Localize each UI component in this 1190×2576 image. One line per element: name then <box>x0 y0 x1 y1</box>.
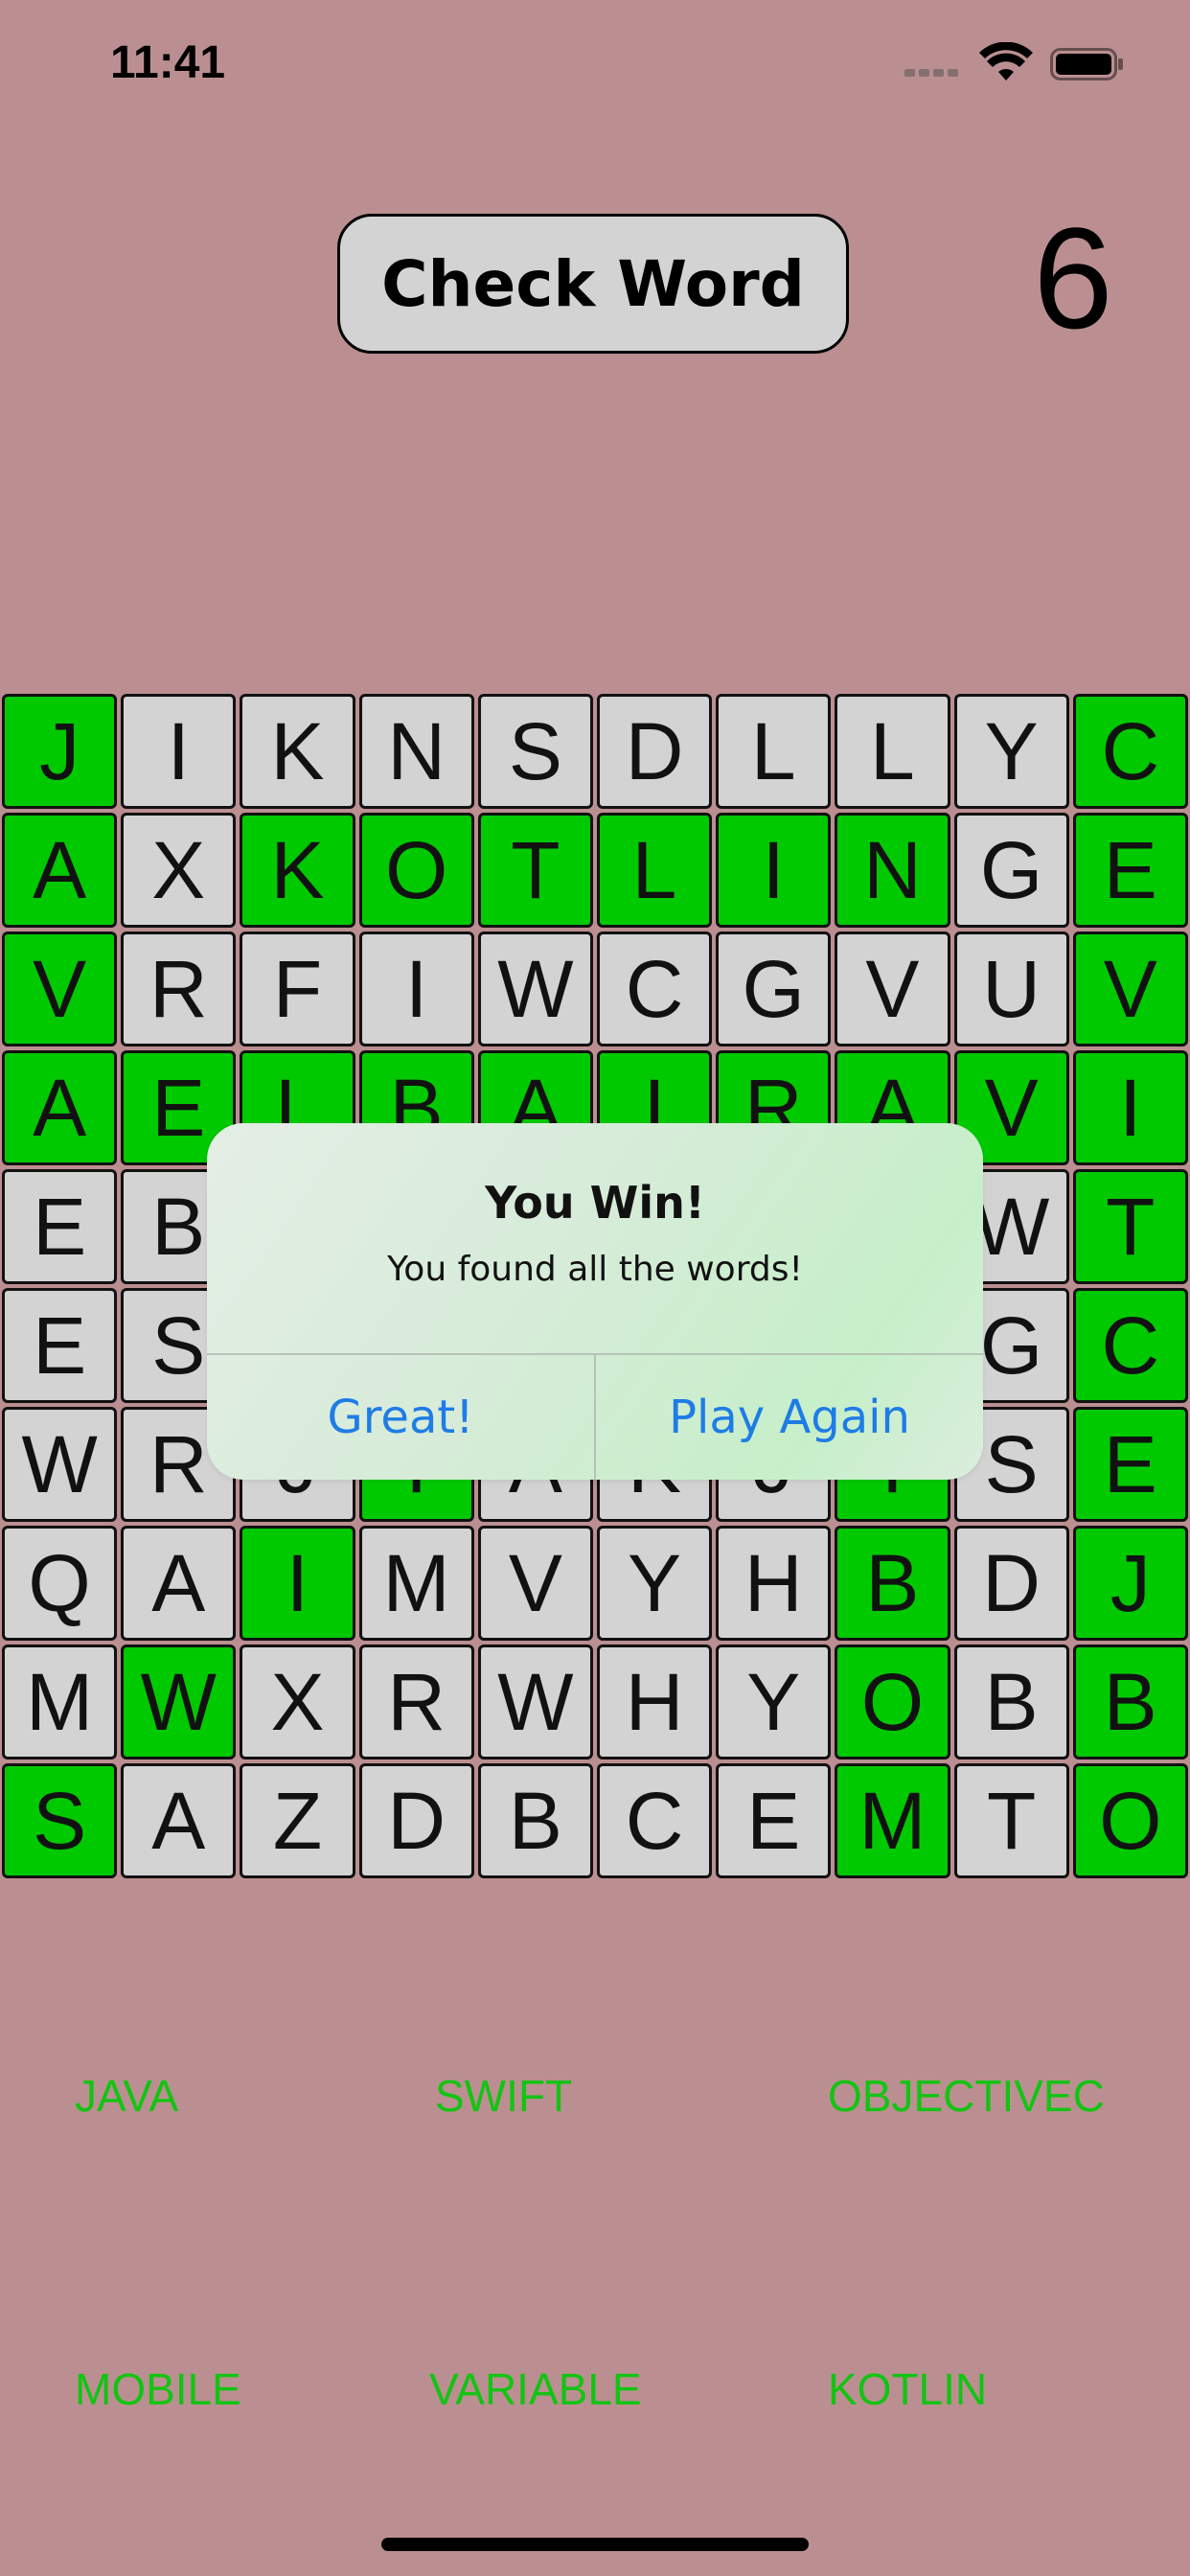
grid-cell[interactable]: W <box>121 1644 237 1760</box>
grid-cell[interactable]: D <box>596 694 713 809</box>
grid-cell[interactable]: O <box>358 813 474 928</box>
grid-cell[interactable]: B <box>953 1644 1069 1760</box>
grid-cell[interactable]: O <box>835 1644 950 1760</box>
grid-cell[interactable]: Z <box>240 1763 355 1878</box>
grid-cell[interactable]: A <box>121 1526 237 1641</box>
grid-cell[interactable]: A <box>2 813 118 928</box>
grid-cell[interactable]: E <box>1072 1407 1188 1522</box>
grid-cell[interactable]: V <box>1072 932 1188 1046</box>
check-word-button[interactable]: Check Word <box>337 214 849 354</box>
grid-cell[interactable]: S <box>2 1763 118 1878</box>
grid-cell[interactable]: K <box>240 694 355 809</box>
word-variable: VARIABLE <box>429 2364 642 2414</box>
win-alert: You Win! You found all the words! Great!… <box>207 1123 983 1480</box>
grid-cell[interactable]: H <box>596 1644 713 1760</box>
score-counter: 6 <box>1033 197 1113 358</box>
grid-cell[interactable]: Y <box>953 694 1069 809</box>
grid-cell[interactable]: I <box>358 932 474 1046</box>
grid-cell[interactable]: Y <box>596 1526 713 1641</box>
grid-cell[interactable]: C <box>596 1763 713 1878</box>
grid-cell[interactable]: K <box>240 813 355 928</box>
grid-cell[interactable]: X <box>240 1644 355 1760</box>
grid-cell[interactable]: D <box>358 1763 474 1878</box>
home-indicator[interactable] <box>381 2538 809 2551</box>
grid-cell[interactable]: W <box>477 932 593 1046</box>
grid-cell[interactable]: L <box>835 694 950 809</box>
status-time: 11:41 <box>110 37 226 88</box>
battery-icon <box>1050 48 1123 80</box>
grid-cell[interactable]: V <box>477 1526 593 1641</box>
word-mobile: MOBILE <box>75 2364 241 2414</box>
grid-cell[interactable]: B <box>835 1526 950 1641</box>
grid-cell[interactable]: B <box>477 1763 593 1878</box>
grid-cell[interactable]: N <box>835 813 950 928</box>
grid-cell[interactable]: E <box>2 1288 118 1403</box>
word-java: JAVA <box>75 2071 179 2121</box>
grid-cell[interactable]: O <box>1072 1763 1188 1878</box>
grid-cell[interactable]: U <box>953 932 1069 1046</box>
word-swift: SWIFT <box>435 2071 573 2121</box>
grid-cell[interactable]: T <box>953 1763 1069 1878</box>
grid-cell[interactable]: T <box>1072 1169 1188 1284</box>
grid-cell[interactable]: A <box>121 1763 237 1878</box>
status-icons <box>904 42 1125 82</box>
alert-message: You found all the words! <box>387 1250 803 1289</box>
grid-cell[interactable]: C <box>596 932 713 1046</box>
grid-cell[interactable]: W <box>477 1644 593 1760</box>
grid-cell[interactable]: G <box>953 813 1069 928</box>
grid-cell[interactable]: F <box>240 932 355 1046</box>
grid-cell[interactable]: N <box>358 694 474 809</box>
alert-title: You Win! <box>485 1177 705 1229</box>
grid-cell[interactable]: J <box>1072 1526 1188 1641</box>
grid-cell[interactable]: V <box>2 932 118 1046</box>
grid-cell[interactable]: S <box>477 694 593 809</box>
great-button[interactable]: Great! <box>207 1354 594 1480</box>
grid-cell[interactable]: X <box>121 813 237 928</box>
grid-cell[interactable]: I <box>240 1526 355 1641</box>
grid-cell[interactable]: L <box>596 813 713 928</box>
grid-cell[interactable]: I <box>716 813 832 928</box>
cellular-signal-icon <box>904 69 958 77</box>
grid-cell[interactable]: A <box>2 1050 118 1165</box>
grid-cell[interactable]: C <box>1072 1288 1188 1403</box>
grid-cell[interactable]: G <box>716 932 832 1046</box>
grid-cell[interactable]: L <box>716 694 832 809</box>
grid-cell[interactable]: T <box>477 813 593 928</box>
grid-cell[interactable]: M <box>835 1763 950 1878</box>
grid-cell[interactable]: D <box>953 1526 1069 1641</box>
grid-cell[interactable]: E <box>1072 813 1188 928</box>
grid-cell[interactable]: H <box>716 1526 832 1641</box>
grid-cell[interactable]: M <box>358 1526 474 1641</box>
grid-cell[interactable]: E <box>716 1763 832 1878</box>
play-again-button[interactable]: Play Again <box>596 1354 983 1480</box>
grid-cell[interactable]: R <box>358 1644 474 1760</box>
grid-cell[interactable]: Y <box>716 1644 832 1760</box>
wifi-icon <box>979 42 1033 80</box>
grid-cell[interactable]: C <box>1072 694 1188 809</box>
grid-cell[interactable]: J <box>2 694 118 809</box>
word-kotlin: KOTLIN <box>828 2364 988 2414</box>
grid-cell[interactable]: B <box>1072 1644 1188 1760</box>
grid-cell[interactable]: E <box>2 1169 118 1284</box>
grid-cell[interactable]: M <box>2 1644 118 1760</box>
grid-cell[interactable]: Q <box>2 1526 118 1641</box>
grid-cell[interactable]: V <box>835 932 950 1046</box>
grid-cell[interactable]: I <box>121 694 237 809</box>
grid-cell[interactable]: I <box>1072 1050 1188 1165</box>
grid-cell[interactable]: R <box>121 932 237 1046</box>
grid-cell[interactable]: W <box>2 1407 118 1522</box>
word-objectivec: OBJECTIVEC <box>828 2071 1105 2121</box>
